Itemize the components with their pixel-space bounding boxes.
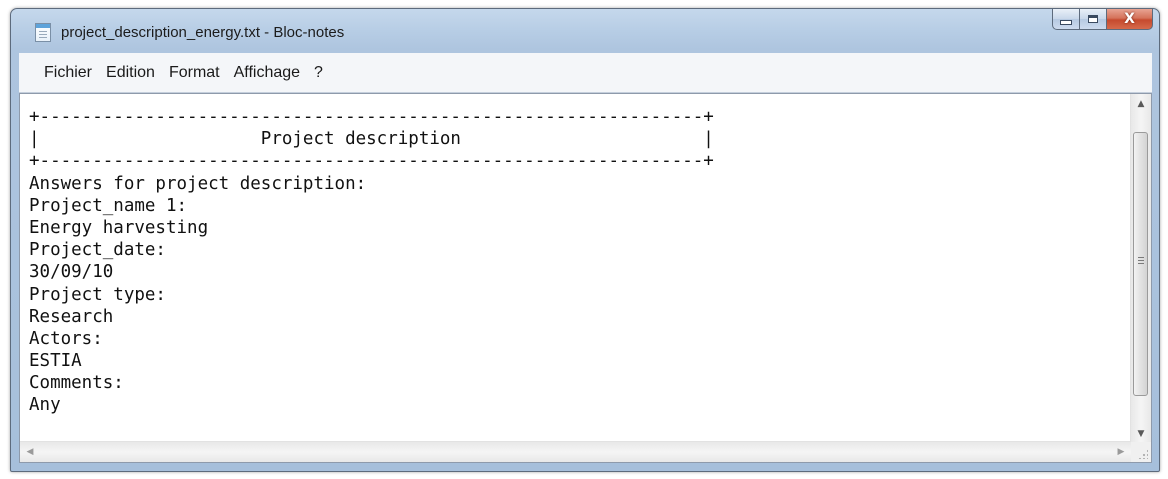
maximize-icon: [1088, 15, 1098, 23]
text-line: Answers for project description:: [29, 173, 367, 194]
menu-affichage[interactable]: Affichage: [227, 60, 307, 86]
scroll-left-icon[interactable]: ◀: [20, 442, 40, 462]
window-controls: X: [1052, 9, 1153, 31]
vertical-scroll-thumb[interactable]: [1133, 132, 1148, 396]
text-line: Project_date:: [29, 240, 166, 261]
text-line: Project type:: [29, 284, 166, 305]
minimize-button[interactable]: [1052, 9, 1080, 30]
text-line: +---------------------------------------…: [29, 151, 714, 172]
scroll-grip-icon: [1138, 257, 1144, 265]
title-bar[interactable]: project_description_energy.txt - Bloc-no…: [11, 9, 1159, 53]
menu-edition[interactable]: Edition: [99, 60, 162, 86]
menu-help[interactable]: ?: [307, 60, 330, 86]
text-line: Actors:: [29, 328, 103, 349]
minimize-icon: [1060, 19, 1072, 25]
scroll-down-icon[interactable]: ▼: [1131, 424, 1151, 444]
menu-bar: Fichier Edition Format Affichage ?: [19, 53, 1152, 93]
scroll-right-icon[interactable]: ▶: [1111, 442, 1131, 462]
text-line: Any: [29, 395, 61, 416]
notepad-icon[interactable]: [35, 23, 51, 42]
text-line: Comments:: [29, 373, 124, 394]
text-editor[interactable]: +---------------------------------------…: [19, 93, 1152, 463]
menu-fichier[interactable]: Fichier: [37, 60, 99, 86]
close-button[interactable]: X: [1107, 9, 1153, 30]
text-line: Energy harvesting: [29, 217, 209, 238]
text-line: Research: [29, 306, 114, 327]
text-line: 30/09/10: [29, 262, 114, 283]
text-line: +---------------------------------------…: [29, 107, 714, 127]
notepad-window: project_description_energy.txt - Bloc-no…: [10, 8, 1160, 472]
close-icon: X: [1124, 11, 1135, 27]
text-line: ESTIA: [29, 351, 82, 372]
resize-grip-icon[interactable]: [1131, 442, 1151, 462]
maximize-button[interactable]: [1080, 9, 1107, 30]
text-line: Project_name 1:: [29, 195, 188, 216]
scroll-up-icon[interactable]: ▲: [1131, 94, 1151, 114]
horizontal-scrollbar[interactable]: ◀ ▶: [20, 441, 1131, 462]
menu-format[interactable]: Format: [162, 60, 227, 86]
document-text[interactable]: +---------------------------------------…: [29, 106, 1109, 436]
window-title: project_description_energy.txt - Bloc-no…: [61, 24, 345, 41]
text-line: | Project description |: [29, 129, 714, 150]
vertical-scrollbar[interactable]: ▲ ▼: [1130, 94, 1151, 444]
